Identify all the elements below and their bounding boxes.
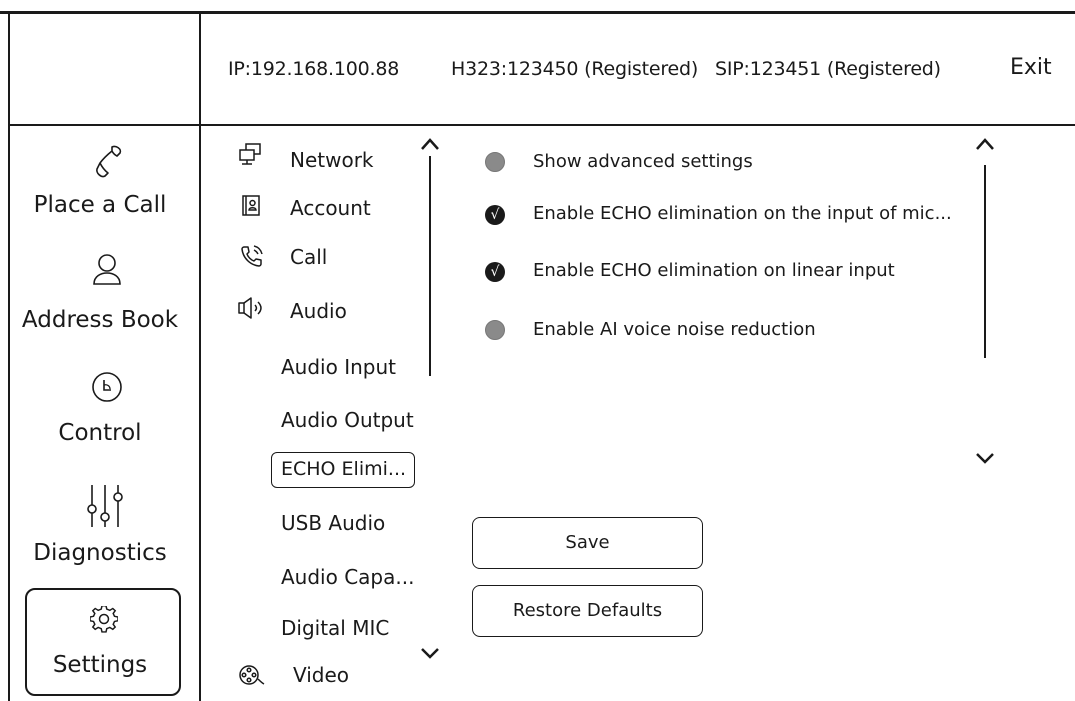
submenu-item-label: ECHO Elimi...	[281, 458, 407, 480]
options-scroll-down-icon[interactable]	[974, 450, 996, 466]
exit-button[interactable]: Exit	[1010, 55, 1052, 80]
submenu-item-usb-audio[interactable]: USB Audio	[281, 511, 385, 535]
person-icon	[93, 254, 121, 285]
menu-item-label: Video	[293, 663, 350, 687]
menu-scrollbar[interactable]	[429, 156, 431, 376]
sidebar-item-label: Place a Call	[33, 192, 167, 218]
radio-unchecked-icon[interactable]	[485, 320, 505, 340]
check-icon[interactable]: √	[485, 205, 505, 225]
menu-item-label: Account	[290, 196, 371, 220]
h323-status: H323:123450 (Registered)	[451, 58, 699, 80]
submenu-item-digital-mic[interactable]: Digital MIC	[281, 616, 389, 640]
top-border	[0, 11, 1075, 14]
header-divider	[8, 124, 1075, 126]
sidebar-item-label: Diagnostics	[33, 540, 167, 566]
menu-scroll-down-icon[interactable]	[419, 645, 441, 661]
submenu-item-audio-input[interactable]: Audio Input	[281, 355, 396, 379]
network-icon	[239, 143, 261, 165]
ip-address: IP:192.168.100.88	[228, 58, 400, 80]
phone-icon	[96, 145, 122, 178]
save-button[interactable]: Save	[472, 517, 703, 569]
check-icon[interactable]: √	[485, 262, 505, 282]
menu-scroll-up-icon[interactable]	[419, 136, 441, 152]
speaker-icon	[238, 297, 262, 319]
sidebar-divider	[199, 11, 201, 701]
radio-unchecked-icon[interactable]	[485, 152, 505, 172]
call-icon	[241, 245, 263, 267]
sidebar-item-settings[interactable]	[25, 588, 181, 696]
option-label: Show advanced settings	[533, 151, 753, 172]
menu-item-label: Audio	[290, 299, 347, 323]
left-border	[8, 11, 10, 701]
option-label: Enable ECHO elimination on the input of …	[533, 203, 952, 224]
gear-icon	[90, 606, 118, 633]
menu-item-label: Network	[290, 148, 374, 172]
sidebar-item-label: Address Book	[21, 307, 179, 333]
account-icon	[242, 195, 260, 216]
sidebar-item-label: Control	[58, 420, 142, 446]
options-scrollbar[interactable]	[984, 165, 986, 358]
submenu-item-audio-output[interactable]: Audio Output	[281, 408, 414, 432]
menu-item-label: Call	[290, 245, 328, 269]
sidebar-item-label: Settings	[52, 652, 148, 678]
restore-defaults-button[interactable]: Restore Defaults	[472, 585, 703, 637]
options-scroll-up-icon[interactable]	[974, 136, 996, 152]
sip-status: SIP:123451 (Registered)	[715, 58, 941, 80]
sliders-icon	[87, 485, 123, 527]
submenu-item-audio-capability[interactable]: Audio Capa...	[281, 565, 414, 589]
clock-icon	[92, 372, 122, 402]
video-icon	[239, 665, 265, 685]
option-label: Enable ECHO elimination on linear input	[533, 260, 895, 281]
option-label: Enable AI voice noise reduction	[533, 319, 816, 340]
